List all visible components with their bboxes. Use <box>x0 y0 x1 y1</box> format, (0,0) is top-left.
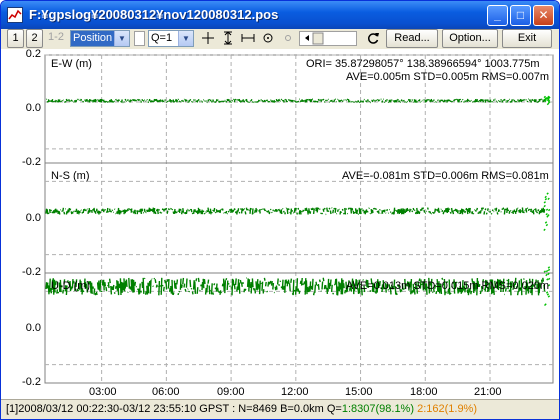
y-tick-label: 0.0 <box>25 102 41 114</box>
app-icon[interactable] <box>7 7 23 23</box>
x-tick-label: 21:00 <box>474 386 502 398</box>
series-trace <box>45 207 546 216</box>
status-q1: 1:8307(98.1%) <box>341 403 415 415</box>
chevron-down-icon[interactable]: ▼ <box>114 31 129 46</box>
maximize-button[interactable]: □ <box>510 5 531 26</box>
ud-panel-label: U-D (m) <box>51 280 91 292</box>
plot-type-select[interactable]: Position ▼ <box>70 30 130 47</box>
plot-1-button[interactable]: 1 <box>7 29 24 48</box>
series-trace <box>45 98 546 104</box>
application-window: F:¥gpslog¥20080312¥nov120080312.pos _ □ … <box>0 0 560 420</box>
time-scrollbar[interactable] <box>299 31 357 46</box>
ew-panel-label: E-W (m) <box>51 58 92 70</box>
ud-stats-label: AVE=0.013m STD=0.015m RMS=0.020m <box>346 280 550 292</box>
outlier-points <box>543 95 551 106</box>
y-tick-label: -0.2 <box>22 376 41 388</box>
toolbar: 1 2 1-2 Position ▼ Q=1 ▼ Read... Option.… <box>1 29 559 49</box>
horizontal-fit-icon[interactable] <box>240 29 256 48</box>
plot-frame <box>44 54 554 384</box>
reload-icon[interactable] <box>365 29 381 48</box>
y-tick-label: 0.0 <box>25 212 41 224</box>
y-tick-label: -0.2 <box>22 156 41 168</box>
crosshair-icon[interactable] <box>200 29 216 48</box>
option-button[interactable]: Option... <box>442 29 498 48</box>
quality-select[interactable]: Q=1 ▼ <box>148 30 194 47</box>
y-tick-label: 0.2 <box>25 48 41 60</box>
x-tick-label: 03:00 <box>89 386 117 398</box>
exit-button[interactable]: Exit <box>502 29 552 48</box>
center-target-icon[interactable] <box>260 29 276 48</box>
point-icon[interactable] <box>280 29 296 48</box>
ew-stats-label: AVE=0.005m STD=0.005m RMS=0.007m <box>346 71 550 83</box>
x-tick-label: 09:00 <box>217 386 245 398</box>
plot-2-button[interactable]: 2 <box>26 29 43 48</box>
position-plot[interactable]: E-W (m) ORI= 35.87298057° 138.38966594° … <box>1 48 559 399</box>
y-tick-label: -0.2 <box>22 266 41 278</box>
checkbox[interactable] <box>134 31 145 46</box>
origin-label: ORI= 35.87298057° 138.38966594° 1003.775… <box>306 58 540 70</box>
x-tick-label: 06:00 <box>152 386 180 398</box>
x-tick-label: 15:00 <box>345 386 373 398</box>
window-title: F:¥gpslog¥20080312¥nov120080312.pos <box>29 7 279 22</box>
plot-canvas <box>44 54 554 384</box>
vertical-fit-icon[interactable] <box>220 29 236 48</box>
close-button[interactable]: ✕ <box>533 5 554 26</box>
status-q2: 2:162(1.9%) <box>417 403 478 415</box>
x-tick-label: 18:00 <box>410 386 438 398</box>
title-bar[interactable]: F:¥gpslog¥20080312¥nov120080312.pos _ □ … <box>1 1 559 29</box>
plot-1-2-button[interactable]: 1-2 <box>45 29 67 48</box>
plot-type-value: Position <box>73 32 113 44</box>
minimize-button[interactable]: _ <box>487 5 508 26</box>
status-text: [1]2008/03/12 00:22:30-03/12 23:55:10 GP… <box>6 403 342 415</box>
x-tick-label: 12:00 <box>281 386 309 398</box>
ns-panel-label: N-S (m) <box>51 170 90 182</box>
quality-value: Q=1 <box>151 32 173 44</box>
ns-stats-label: AVE=-0.081m STD=0.006m RMS=0.081m <box>342 170 549 182</box>
status-bar: [1]2008/03/12 00:22:30-03/12 23:55:10 GP… <box>1 399 559 419</box>
chevron-down-icon[interactable]: ▼ <box>178 31 193 46</box>
read-button[interactable]: Read... <box>386 29 438 48</box>
y-tick-label: 0.0 <box>25 322 41 334</box>
